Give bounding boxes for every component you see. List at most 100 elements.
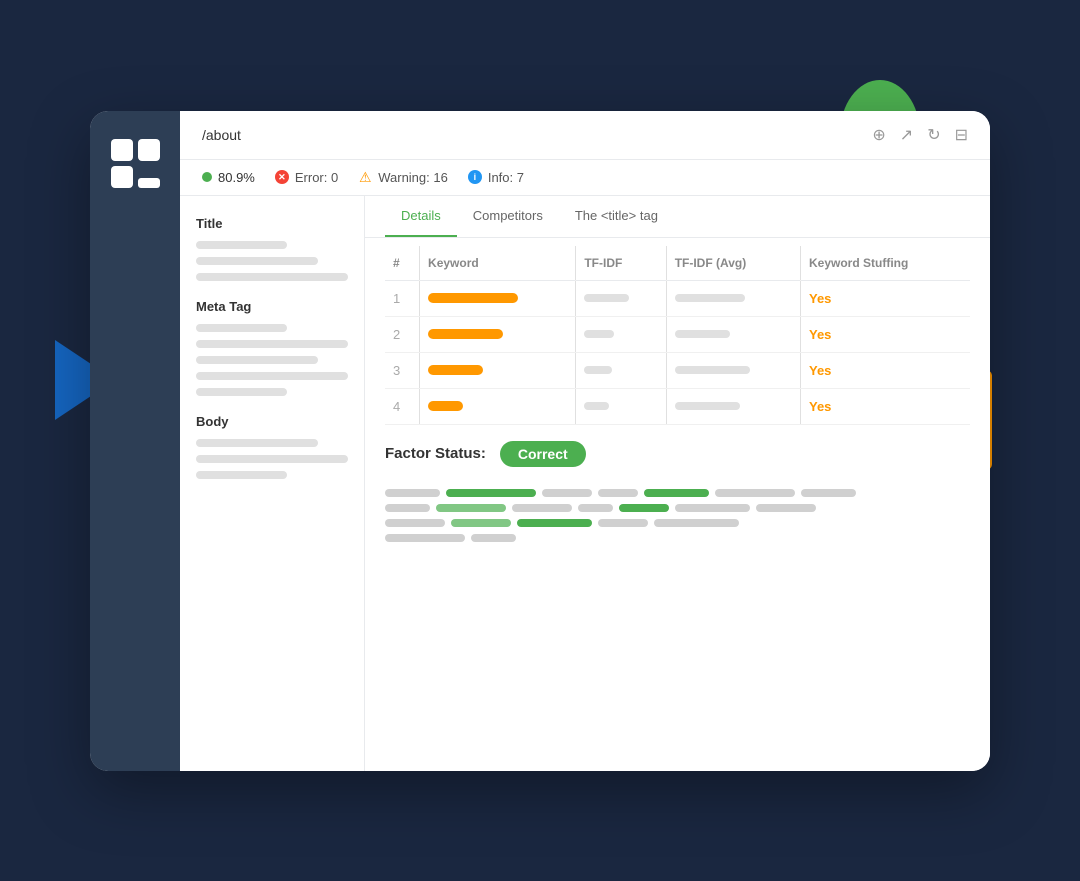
tl-4	[598, 489, 638, 497]
tl-9	[436, 504, 506, 512]
logo-block-br	[138, 178, 160, 188]
body-line-3	[196, 471, 287, 479]
tl-19	[654, 519, 739, 527]
row-tfidf-1	[576, 316, 665, 352]
title-line-1	[196, 241, 287, 249]
share-icon[interactable]: ↗	[900, 125, 913, 145]
meta-line-2	[196, 340, 348, 348]
sidebar	[90, 111, 180, 771]
table-row: 3 Yes	[385, 352, 970, 388]
text-row-4	[385, 534, 970, 542]
row-keyword-3	[420, 388, 575, 424]
meta-line-3	[196, 356, 318, 364]
avg-bar-3	[675, 402, 740, 410]
text-row-2	[385, 504, 970, 512]
body-section-header: Body	[196, 414, 348, 429]
tl-11	[578, 504, 613, 512]
table-row: 2 Yes	[385, 316, 970, 352]
text-lines-area	[365, 483, 990, 569]
tfidf-bar-1	[584, 330, 614, 338]
url-display: /about	[202, 127, 856, 143]
row-stuffing-3: Yes	[801, 388, 970, 424]
tl-13	[675, 504, 750, 512]
info-status: i Info: 7	[468, 170, 524, 185]
title-section-header: Title	[196, 216, 348, 231]
col-num: #	[385, 246, 419, 281]
warning-label: Warning: 16	[378, 170, 448, 185]
row-tfidf-avg-3	[667, 388, 800, 424]
text-row-1	[385, 489, 970, 497]
score-value: 80.9%	[218, 170, 255, 185]
right-panel: Details Competitors The <title> tag # Ke…	[365, 196, 990, 771]
meta-section-header: Meta Tag	[196, 299, 348, 314]
row-num-3: 4	[385, 388, 419, 424]
tl-7	[801, 489, 856, 497]
logo-block-tl	[111, 139, 133, 161]
row-stuffing-0: Yes	[801, 280, 970, 316]
meta-line-1	[196, 324, 287, 332]
tl-8	[385, 504, 430, 512]
meta-section: Meta Tag	[196, 299, 348, 396]
row-tfidf-2	[576, 352, 665, 388]
url-bar: /about ⊕ ↗ ↻ ⊟	[180, 111, 990, 160]
row-tfidf-3	[576, 388, 665, 424]
logo-block-bl	[111, 166, 133, 188]
tl-6	[715, 489, 795, 497]
title-section: Title	[196, 216, 348, 281]
tl-15	[385, 519, 445, 527]
main-content: /about ⊕ ↗ ↻ ⊟ 80.9% ✕ Error: 0 ⚠ Warnin…	[180, 111, 990, 771]
tl-16	[451, 519, 511, 527]
info-icon: i	[468, 170, 482, 184]
col-tfidf-avg: TF-IDF (Avg)	[667, 246, 800, 281]
tl-17	[517, 519, 592, 527]
tl-3	[542, 489, 592, 497]
row-num-1: 2	[385, 316, 419, 352]
table-header-row: # Keyword TF-IDF TF-IDF (Avg) Keyword St…	[385, 246, 970, 281]
refresh-icon[interactable]: ↻	[927, 125, 940, 145]
tl-18	[598, 519, 648, 527]
text-row-3	[385, 519, 970, 527]
col-tfidf: TF-IDF	[576, 246, 665, 281]
factor-status-bar: Factor Status: Correct	[365, 425, 990, 483]
row-stuffing-2: Yes	[801, 352, 970, 388]
avg-bar-1	[675, 330, 730, 338]
tfidf-bar-3	[584, 402, 609, 410]
status-bar: 80.9% ✕ Error: 0 ⚠ Warning: 16 i Info: 7	[180, 160, 990, 196]
col-keyword: Keyword	[420, 246, 575, 281]
row-tfidf-avg-0	[667, 280, 800, 316]
meta-line-4	[196, 372, 348, 380]
bookmark-icon[interactable]: ⊟	[955, 125, 968, 145]
content-area: Title Meta Tag Body	[180, 196, 990, 771]
tab-competitors[interactable]: Competitors	[457, 196, 559, 237]
tab-title-tag[interactable]: The <title> tag	[559, 196, 674, 237]
col-stuffing: Keyword Stuffing	[801, 246, 970, 281]
tl-21	[471, 534, 516, 542]
tl-14	[756, 504, 816, 512]
title-line-3	[196, 273, 348, 281]
tfidf-bar-0	[584, 294, 629, 302]
error-label: Error: 0	[295, 170, 338, 185]
row-keyword-2	[420, 352, 575, 388]
table-row: 1 Yes	[385, 280, 970, 316]
keyword-table-area: # Keyword TF-IDF TF-IDF (Avg) Keyword St…	[365, 246, 990, 425]
score-status: 80.9%	[202, 170, 255, 185]
tl-2	[446, 489, 536, 497]
row-num-0: 1	[385, 280, 419, 316]
row-keyword-1	[420, 316, 575, 352]
title-line-2	[196, 257, 318, 265]
add-icon[interactable]: ⊕	[872, 125, 885, 145]
tab-bar: Details Competitors The <title> tag	[365, 196, 990, 238]
error-icon: ✕	[275, 170, 289, 184]
factor-label: Factor Status:	[385, 445, 486, 462]
body-line-1	[196, 439, 318, 447]
tl-5	[644, 489, 709, 497]
body-line-2	[196, 455, 348, 463]
tab-details[interactable]: Details	[385, 196, 457, 237]
info-label: Info: 7	[488, 170, 524, 185]
keyword-bar-2	[428, 365, 483, 375]
score-dot	[202, 172, 212, 182]
warning-status: ⚠ Warning: 16	[358, 170, 448, 185]
row-tfidf-0	[576, 280, 665, 316]
keyword-table: # Keyword TF-IDF TF-IDF (Avg) Keyword St…	[385, 246, 970, 425]
url-toolbar: ⊕ ↗ ↻ ⊟	[872, 125, 968, 145]
